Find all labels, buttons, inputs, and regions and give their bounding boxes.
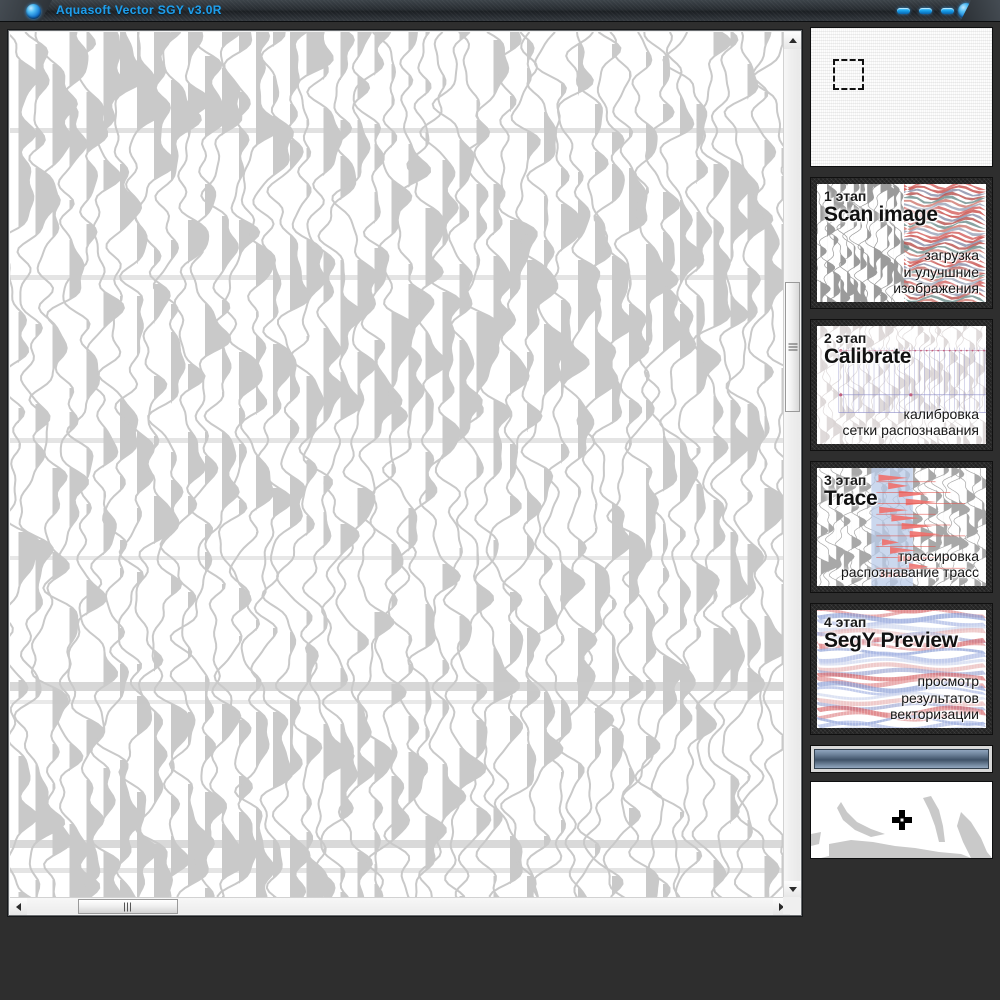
window-title: Aquasoft Vector SGY v3.0R: [56, 3, 222, 17]
scroll-thumb-grip: [788, 343, 797, 351]
sidebar-step-trace[interactable]: 3 этап Trace трассировка распознавание т…: [810, 461, 993, 593]
right-sidebar: 1 этап Scan image загрузка и улучшние из…: [810, 27, 993, 917]
step-desc-line: распознавание трасс: [841, 564, 979, 581]
scroll-up-arrow[interactable]: [784, 32, 801, 49]
sidebar-step-scan-image[interactable]: 1 этап Scan image загрузка и улучшние из…: [810, 177, 993, 309]
step-desc-line: и улучшние: [903, 263, 979, 280]
step-desc-line: загрузка: [924, 247, 979, 264]
step-card-text: 4 этап SegY Preview просмотр результатов…: [817, 610, 986, 728]
bottom-toolbar: Load seismic scan-image RBG chanels: lev…: [0, 920, 1000, 956]
step-description: калибровка сетки распознавания: [824, 405, 980, 439]
minimize-button[interactable]: [897, 8, 910, 14]
step-desc-line: трассировка: [897, 547, 979, 564]
step-desc-line: векторизации: [890, 706, 979, 723]
scroll-thumb-grip: [124, 902, 132, 911]
app-logo-orb-icon: [26, 4, 41, 19]
seismic-canvas-panel: [7, 29, 803, 917]
close-button[interactable]: [958, 3, 974, 19]
application-window: Aquasoft Vector SGY v3.0R 1 этап Scan im…: [0, 0, 1000, 1000]
seismic-scan-image[interactable]: [10, 32, 790, 898]
step-description: трассировка распознавание трасс: [824, 548, 979, 581]
triangle-left-icon: [16, 902, 21, 911]
step-card-text: 3 этап Trace трассировка распознавание т…: [817, 468, 986, 586]
horizontal-scroll-thumb[interactable]: [78, 899, 178, 914]
step-card-inner: 3 этап Trace трассировка распознавание т…: [817, 468, 986, 586]
step-title: Trace: [824, 487, 878, 511]
step-title: SegY Preview: [824, 629, 958, 653]
progress-bar: [810, 745, 993, 773]
triangle-up-icon: [788, 38, 797, 43]
pixel-magnifier: [810, 781, 993, 859]
step-desc-line: калибровка: [903, 405, 979, 422]
triangle-down-icon: [788, 887, 797, 892]
overview-thumbnail[interactable]: [810, 27, 993, 167]
title-bar[interactable]: Aquasoft Vector SGY v3.0R: [0, 0, 1000, 22]
restore-button[interactable]: [941, 8, 954, 14]
step-desc-line: изображения: [893, 280, 979, 297]
progress-bar-fill: [814, 749, 989, 769]
step-card-text: 2 этап Calibrate калибровка сетки распоз…: [817, 326, 986, 444]
scroll-down-arrow[interactable]: [784, 881, 801, 898]
step-description: просмотр результатов векторизации: [824, 673, 979, 723]
step-card-inner: 4 этап SegY Preview просмотр результатов…: [817, 610, 986, 728]
step-title: Calibrate: [824, 345, 912, 369]
overview-image: [811, 28, 992, 166]
step-desc-line: сетки распознавания: [842, 422, 980, 439]
crosshair-cursor: [891, 810, 912, 830]
step-desc-line: результатов: [901, 689, 979, 706]
canvas-horizontal-scrollbar[interactable]: [10, 897, 790, 915]
step-description: загрузка и улучшние изображения: [824, 247, 979, 297]
step-card-inner: 1 этап Scan image загрузка и улучшние из…: [817, 184, 986, 302]
seismic-trace-plot: [10, 32, 790, 898]
step-title: Scan image: [824, 203, 938, 227]
step-card-inner: 2 этап Calibrate калибровка сетки распоз…: [817, 326, 986, 444]
maximize-button[interactable]: [919, 8, 932, 14]
canvas-vertical-scrollbar[interactable]: [783, 32, 801, 898]
sidebar-step-segy-preview[interactable]: 4 этап SegY Preview просмотр результатов…: [810, 603, 993, 735]
scroll-left-arrow[interactable]: [10, 898, 27, 915]
sidebar-step-calibrate[interactable]: 2 этап Calibrate калибровка сетки распоз…: [810, 319, 993, 451]
vertical-scroll-thumb[interactable]: [785, 282, 800, 412]
step-card-text: 1 этап Scan image загрузка и улучшние из…: [817, 184, 986, 302]
step-desc-line: просмотр: [917, 673, 979, 690]
scrollbar-corner: [783, 897, 800, 914]
viewport-rectangle[interactable]: [833, 59, 864, 90]
